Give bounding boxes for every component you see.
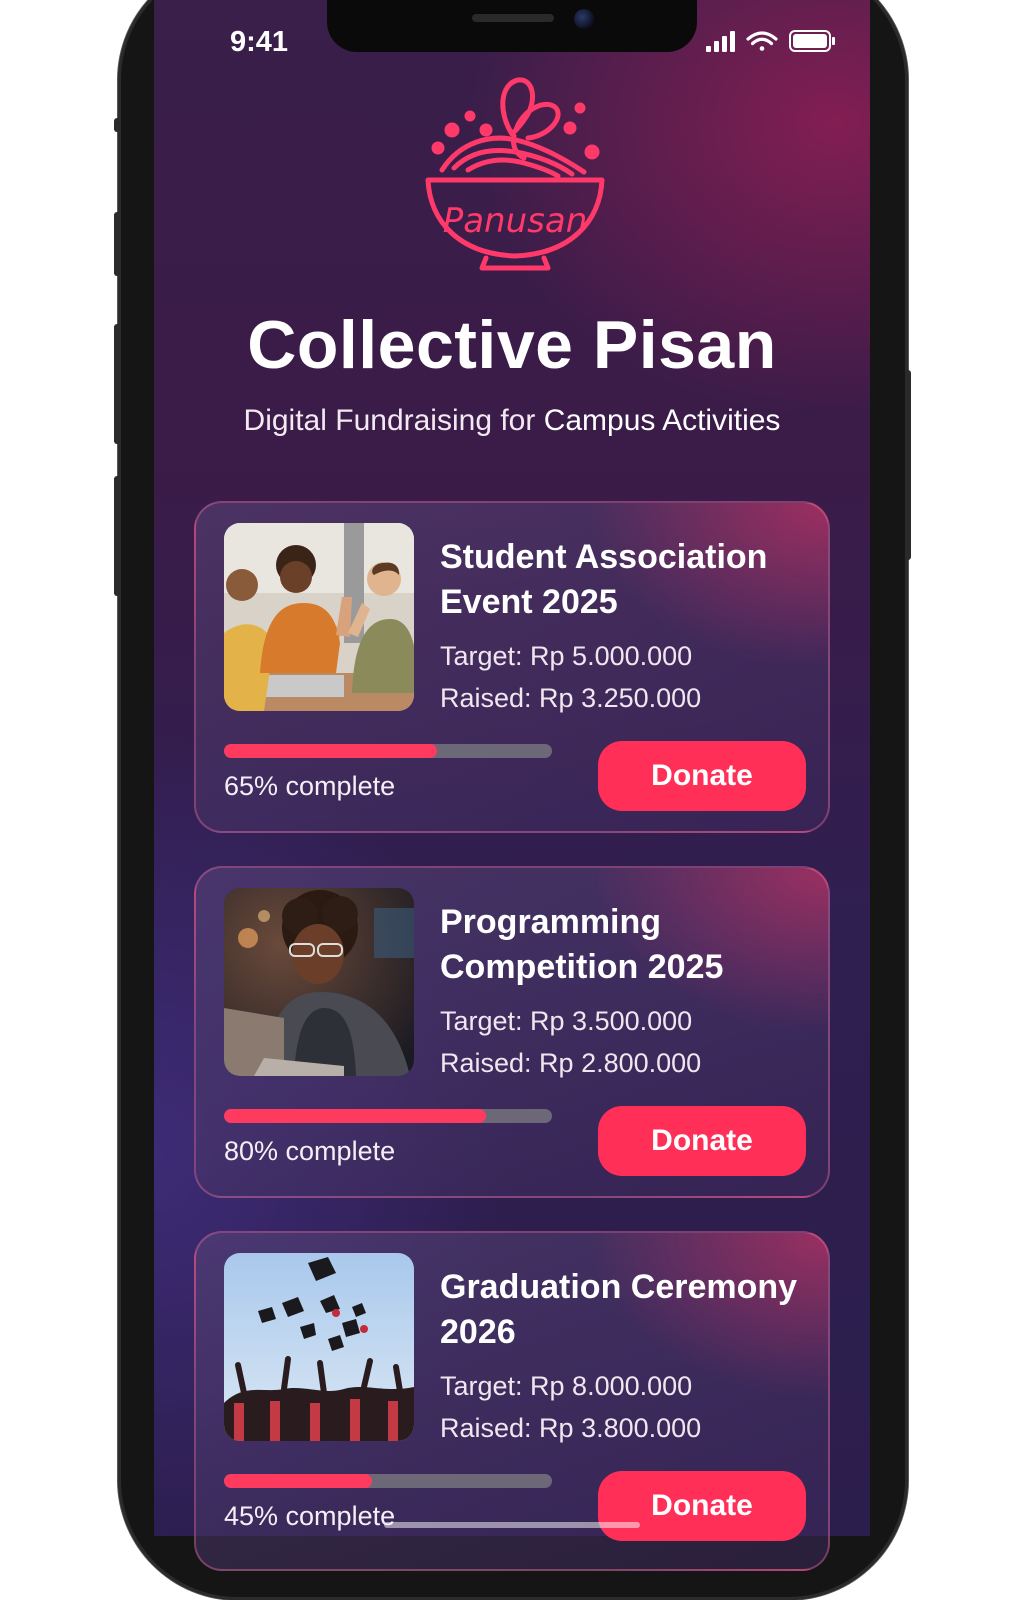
campaign-card-graduation-ceremony[interactable]: Graduation Ceremony 2026 Target: Rp 8.00…: [194, 1231, 830, 1571]
svg-text:Panusan: Panusan: [443, 201, 588, 241]
status-icons: [706, 30, 835, 52]
progress-fill: [224, 744, 438, 758]
home-indicator[interactable]: [384, 1522, 640, 1528]
front-camera: [574, 9, 594, 29]
signal-icon: [706, 31, 735, 52]
app-title: Collective Pisan: [247, 307, 777, 383]
graduation-caps-photo: [224, 1253, 414, 1441]
progress-bar: [224, 744, 552, 758]
students-high-five-photo: [224, 523, 414, 711]
power-button: [905, 370, 911, 560]
volume-down-button: [114, 324, 120, 444]
donate-button[interactable]: Donate: [598, 1471, 806, 1541]
campaign-raised: Raised: Rp 3.250.000: [440, 683, 702, 713]
campaign-card-student-association[interactable]: Student Association Event 2025 Target: R…: [194, 501, 830, 833]
subtitle-emphasis: Campus Activities: [543, 404, 781, 437]
battery-icon: [789, 30, 835, 52]
progress-bar: [224, 1474, 552, 1488]
campaign-card-programming-competition[interactable]: Programming Competition 2025 Target: Rp …: [194, 866, 830, 1198]
status-time: 9:41: [230, 26, 289, 58]
campaign-title: Student Association Event 2025: [440, 538, 768, 621]
progress-label: 80% complete: [224, 1136, 396, 1166]
campaign-title: Graduation Ceremony 2026: [440, 1268, 798, 1351]
progress-bar: [224, 1109, 552, 1123]
wifi-icon: [746, 31, 778, 51]
campaign-raised: Raised: Rp 2.800.000: [440, 1048, 702, 1078]
campaign-title: Programming Competition 2025: [440, 903, 724, 986]
subtitle-prefix: Digital Fundraising for: [243, 404, 536, 437]
campaign-target: Target: Rp 5.000.000: [440, 641, 693, 671]
side-button: [114, 118, 120, 132]
speaker-grille: [472, 14, 554, 22]
mute-switch: [114, 476, 120, 596]
progress-fill: [224, 1474, 372, 1488]
student-laptop-photo: [224, 888, 414, 1076]
app-subtitle: Digital Fundraising for Campus Activitie…: [154, 404, 870, 438]
progress-label: 65% complete: [224, 771, 396, 801]
campaign-target: Target: Rp 8.000.000: [440, 1371, 693, 1401]
campaign-raised: Raised: Rp 3.800.000: [440, 1413, 702, 1443]
notch: [327, 0, 697, 52]
progress-fill: [224, 1109, 487, 1123]
donate-button[interactable]: Donate: [598, 1106, 806, 1176]
volume-up-button: [114, 212, 120, 276]
campaign-target: Target: Rp 3.500.000: [440, 1006, 693, 1036]
donate-button[interactable]: Donate: [598, 741, 806, 811]
panusan-logo: Panusan: [425, 77, 605, 271]
progress-label: 45% complete: [224, 1501, 396, 1531]
